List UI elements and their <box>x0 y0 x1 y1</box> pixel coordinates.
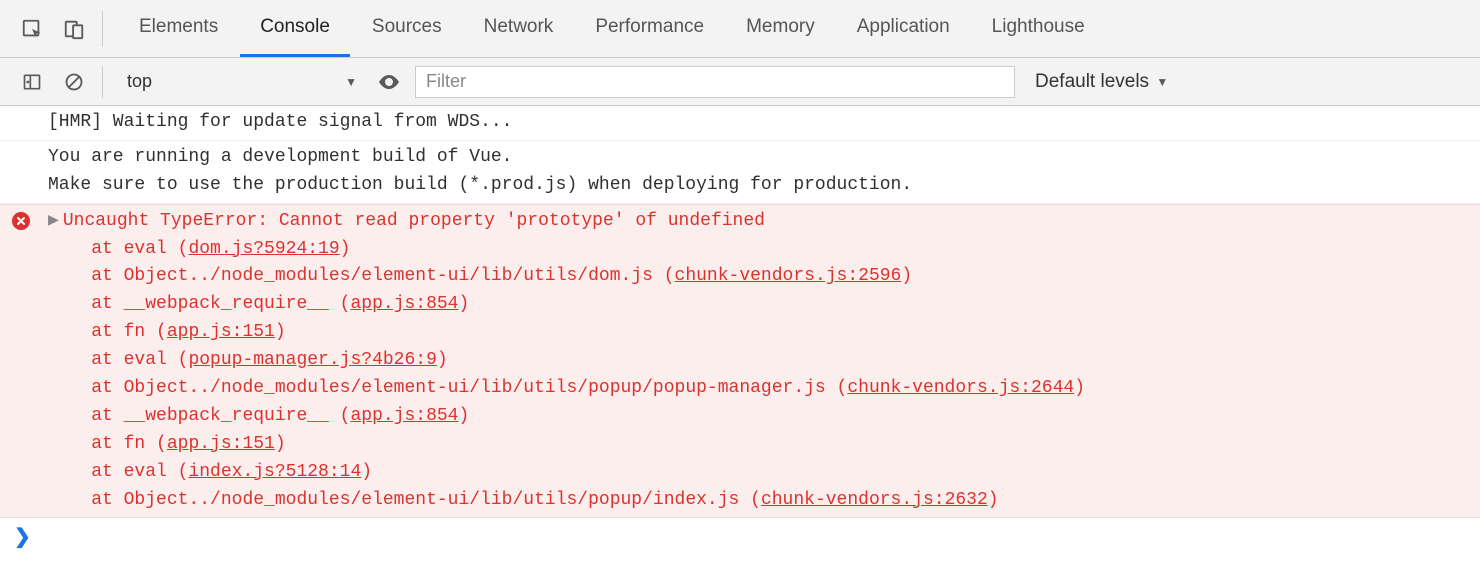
tab-performance[interactable]: Performance <box>575 0 724 57</box>
stack-frame: at __webpack_require__ (app.js:854) <box>91 294 469 314</box>
prompt-caret-icon: ❯ <box>14 524 31 549</box>
stack-frame: at Object../node_modules/element-ui/lib/… <box>91 266 912 286</box>
source-link[interactable]: app.js:854 <box>350 406 458 426</box>
log-levels-selector[interactable]: Default levels ▼ <box>1035 71 1168 93</box>
toolbar-left-icons <box>10 11 103 47</box>
panel-tabs: ElementsConsoleSourcesNetworkPerformance… <box>119 0 1105 57</box>
console-prompt[interactable]: ❯ <box>0 518 1480 555</box>
stack-frame: at eval (index.js?5128:14) <box>91 462 372 482</box>
source-link[interactable]: popup-manager.js?4b26:9 <box>188 350 436 370</box>
source-link[interactable]: chunk-vendors.js:2596 <box>675 266 902 286</box>
stack-frame: at eval (dom.js?5924:19) <box>91 239 350 259</box>
tab-sources[interactable]: Sources <box>352 0 462 57</box>
source-link[interactable]: app.js:854 <box>350 294 458 314</box>
log-gutter <box>12 208 48 515</box>
chevron-down-icon: ▼ <box>1153 75 1168 89</box>
log-message: ▶Uncaught TypeError: Cannot read propert… <box>48 208 1480 515</box>
tab-network[interactable]: Network <box>464 0 574 57</box>
context-label: top <box>127 71 272 92</box>
tab-console[interactable]: Console <box>240 0 350 57</box>
stack-frame: at fn (app.js:151) <box>91 434 285 454</box>
filter-input[interactable] <box>415 66 1015 98</box>
expand-arrow-icon[interactable]: ▶ <box>48 208 59 236</box>
devtools-main-toolbar: ElementsConsoleSourcesNetworkPerformance… <box>0 0 1480 58</box>
clear-console-icon[interactable] <box>60 68 88 96</box>
execution-context-selector[interactable]: top ▼ <box>117 66 367 98</box>
toggle-device-toolbar-icon[interactable] <box>60 15 88 43</box>
tab-application[interactable]: Application <box>837 0 970 57</box>
console-toolbar: top ▼ Default levels ▼ <box>0 58 1480 106</box>
console-error-entry: ▶Uncaught TypeError: Cannot read propert… <box>0 204 1480 519</box>
error-header: Uncaught TypeError: Cannot read property… <box>63 211 765 231</box>
log-message: [HMR] Waiting for update signal from WDS… <box>48 109 1480 137</box>
tab-elements[interactable]: Elements <box>119 0 238 57</box>
stack-frame: at fn (app.js:151) <box>91 322 285 342</box>
console-toolbar-icons <box>10 66 103 98</box>
tab-lighthouse[interactable]: Lighthouse <box>972 0 1105 57</box>
toggle-console-sidebar-icon[interactable] <box>18 68 46 96</box>
source-link[interactable]: app.js:151 <box>167 322 275 342</box>
tab-memory[interactable]: Memory <box>726 0 835 57</box>
levels-label: Default levels <box>1035 71 1149 93</box>
stack-frame: at Object../node_modules/element-ui/lib/… <box>91 490 998 510</box>
log-gutter <box>12 144 48 200</box>
source-link[interactable]: chunk-vendors.js:2632 <box>761 490 988 510</box>
inspect-element-icon[interactable] <box>18 15 46 43</box>
source-link[interactable]: app.js:151 <box>167 434 275 454</box>
source-link[interactable]: dom.js?5924:19 <box>188 239 339 259</box>
source-link[interactable]: chunk-vendors.js:2644 <box>847 378 1074 398</box>
stack-frame: at Object../node_modules/element-ui/lib/… <box>91 378 1085 398</box>
error-icon <box>12 212 30 230</box>
log-message: You are running a development build of V… <box>48 144 1480 200</box>
console-log-entry: [HMR] Waiting for update signal from WDS… <box>0 106 1480 141</box>
log-gutter <box>12 109 48 137</box>
stack-frame: at eval (popup-manager.js?4b26:9) <box>91 350 447 370</box>
source-link[interactable]: index.js?5128:14 <box>188 462 361 482</box>
live-expression-icon[interactable] <box>375 68 403 96</box>
console-log-entry: You are running a development build of V… <box>0 141 1480 204</box>
chevron-down-icon: ▼ <box>345 75 357 89</box>
stack-frame: at __webpack_require__ (app.js:854) <box>91 406 469 426</box>
console-output: [HMR] Waiting for update signal from WDS… <box>0 106 1480 518</box>
